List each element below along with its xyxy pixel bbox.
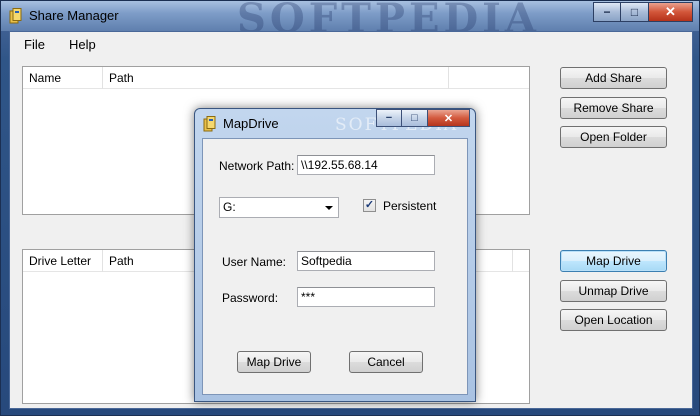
add-share-button[interactable]: Add Share: [560, 67, 667, 89]
password-input[interactable]: ***: [297, 287, 435, 307]
close-button[interactable]: ✕: [649, 2, 693, 22]
app-icon: [203, 116, 216, 132]
password-label: Password:: [222, 291, 279, 305]
shares-list-header: Name Path: [23, 67, 529, 89]
username-input[interactable]: Softpedia: [297, 251, 435, 271]
chevron-down-icon: [325, 206, 333, 210]
cancel-button[interactable]: Cancel: [349, 351, 423, 373]
maximize-button[interactable]: □: [621, 2, 649, 22]
map-drive-button[interactable]: Map Drive: [560, 250, 667, 272]
map-drive-confirm-button[interactable]: Map Drive: [237, 351, 311, 373]
window-controls: − □ ✕: [593, 2, 693, 22]
column-path[interactable]: Path: [103, 67, 449, 89]
unmap-drive-button[interactable]: Unmap Drive: [560, 280, 667, 302]
persistent-checkbox[interactable]: ✓: [363, 199, 376, 212]
app-icon: [9, 8, 22, 24]
column-drive-letter[interactable]: Drive Letter: [23, 250, 103, 272]
drive-letter-select[interactable]: G:: [219, 197, 339, 218]
dialog-title: MapDrive: [223, 116, 279, 131]
username-label: User Name:: [222, 255, 287, 269]
dialog-close-button[interactable]: ✕: [428, 109, 470, 127]
dialog-window-controls: − □ ✕: [376, 109, 470, 127]
network-path-label: Network Path:: [219, 159, 295, 173]
title-bar[interactable]: SOFTPEDIA Share Manager − □ ✕: [1, 0, 699, 42]
persistent-label: Persistent: [383, 199, 437, 213]
menu-file[interactable]: File: [10, 37, 55, 52]
column-name[interactable]: Name: [23, 67, 103, 89]
dialog-client-area: Network Path: \\192.55.68.14 G: ✓ Persis…: [202, 138, 468, 395]
menu-help[interactable]: Help: [55, 37, 106, 52]
open-folder-button[interactable]: Open Folder: [560, 126, 667, 148]
check-icon: ✓: [364, 199, 375, 211]
drive-letter-value: G:: [223, 200, 236, 214]
remove-share-button[interactable]: Remove Share: [560, 97, 667, 119]
window-title: Share Manager: [29, 8, 119, 23]
open-location-button[interactable]: Open Location: [560, 309, 667, 331]
dialog-minimize-button[interactable]: −: [376, 109, 402, 127]
menu-bar: File Help: [10, 32, 692, 56]
map-drive-dialog: MapDrive SOFTPEDIA − □ ✕ Network Path: \…: [194, 108, 476, 402]
network-path-input[interactable]: \\192.55.68.14: [297, 155, 435, 175]
minimize-button[interactable]: −: [593, 2, 621, 22]
dialog-maximize-button[interactable]: □: [402, 109, 428, 127]
